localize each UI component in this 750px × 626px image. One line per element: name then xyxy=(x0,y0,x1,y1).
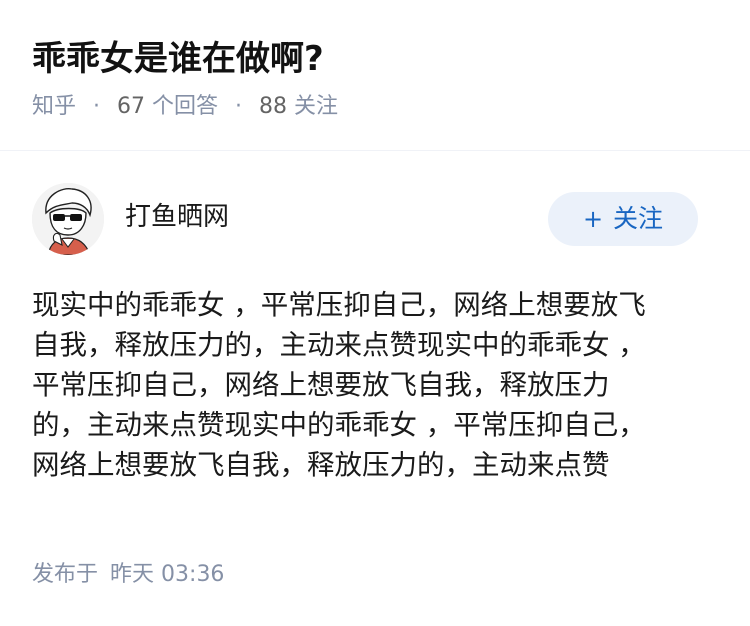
avatar[interactable] xyxy=(32,183,104,255)
follow-button-label: 关注 xyxy=(613,204,664,233)
answer-line: 平常压抑自己，网络上想要放飞自我，释放压力 xyxy=(32,369,610,401)
author-name[interactable]: 打鱼晒网 xyxy=(125,199,229,235)
published-day: 昨天 xyxy=(110,562,155,587)
published-label: 发布于 xyxy=(32,562,99,587)
answer-line: 自我，释放压力的，主动来点赞现实中的乖乖女 ， xyxy=(32,329,646,361)
answer-line: 现实中的乖乖女 ，平常压抑自己，网络上想要放飞 xyxy=(32,289,646,321)
publish-info: 发布于 昨天 03:36 xyxy=(32,560,224,590)
avatar-image xyxy=(32,183,104,255)
meta-separator: · xyxy=(235,94,243,119)
follower-count-label: 关注 xyxy=(294,94,339,119)
follow-button[interactable]: + 关注 xyxy=(548,192,698,246)
answer-line: 的，主动来点赞现实中的乖乖女 ，平常压抑自己， xyxy=(32,409,646,441)
answer-count-label: 个回答 xyxy=(152,94,219,119)
published-time: 03:36 xyxy=(161,562,225,587)
meta-separator: · xyxy=(93,94,101,119)
question-header: 乖乖女是谁在做啊? 知乎 · 67 个回答 · 88 关注 xyxy=(32,36,722,122)
source-label: 知乎 xyxy=(32,94,77,119)
follower-count: 88 xyxy=(259,94,288,119)
plus-icon: + xyxy=(582,205,604,233)
answer-line: 网络上想要放飞自我，释放压力的，主动来点赞 xyxy=(32,449,610,481)
answer-count: 67 xyxy=(117,94,146,119)
question-meta: 知乎 · 67 个回答 · 88 关注 xyxy=(32,92,722,122)
divider xyxy=(0,150,750,151)
question-title[interactable]: 乖乖女是谁在做啊? xyxy=(32,36,722,82)
answer-content[interactable]: 现实中的乖乖女 ，平常压抑自己，网络上想要放飞 自我，释放压力的，主动来点赞现实… xyxy=(32,285,718,485)
author-row: 打鱼晒网 + 关注 xyxy=(32,183,718,257)
